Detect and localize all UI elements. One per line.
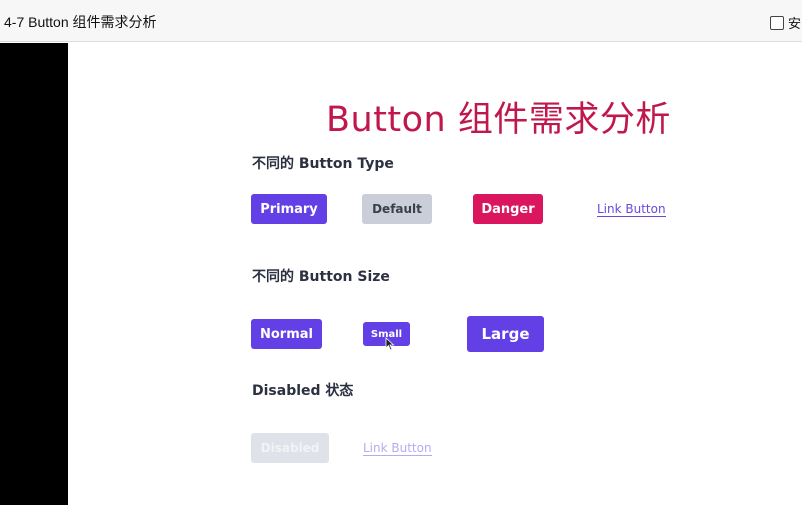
link-button[interactable]: Link Button [597, 202, 666, 217]
video-letterbox [0, 43, 68, 505]
slide-content: Button 组件需求分析 不同的 Button Type Primary De… [68, 43, 802, 505]
mouse-pointer-icon [385, 337, 395, 351]
section-title-button-type: 不同的 Button Type [252, 156, 394, 172]
primary-button[interactable]: Primary [251, 194, 327, 224]
checkbox-control[interactable]: 安 [770, 12, 802, 31]
normal-button[interactable]: Normal [251, 319, 322, 349]
window-title: 4-7 Button 组件需求分析 [4, 14, 157, 30]
checkbox-label: 安 [788, 16, 802, 31]
section-title-button-size: 不同的 Button Size [252, 269, 390, 285]
disabled-button: Disabled [251, 433, 329, 463]
slide-title: Button 组件需求分析 [326, 100, 671, 140]
large-button[interactable]: Large [467, 316, 544, 352]
section-title-disabled: Disabled 状态 [252, 383, 354, 399]
disabled-link-button: Link Button [363, 441, 432, 456]
checkbox-icon[interactable] [770, 15, 784, 30]
window-titlebar: 4-7 Button 组件需求分析 安 [0, 0, 802, 42]
default-button[interactable]: Default [362, 194, 432, 224]
danger-button[interactable]: Danger [473, 194, 543, 224]
